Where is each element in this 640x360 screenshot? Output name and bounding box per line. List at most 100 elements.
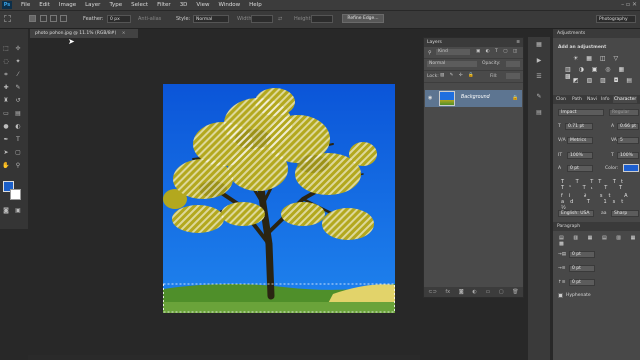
new-layer-icon[interactable]: ▢ (499, 289, 504, 295)
paragraph-tab[interactable]: Paragraph (557, 224, 580, 229)
space-before-input[interactable]: 0 pt (569, 279, 595, 286)
link-layers-icon[interactable]: ⊂⊃ (428, 289, 436, 295)
language-select[interactable]: English: USA (558, 210, 594, 217)
type-style-buttons[interactable]: T T TT Tt T¹ T₁ T T (561, 179, 640, 191)
kerning-select[interactable]: Metrics (567, 137, 593, 144)
eyedropper-icon[interactable]: ⁄ (14, 71, 22, 79)
visibility-eye-icon[interactable]: ◉ (428, 95, 432, 101)
workspace-select[interactable]: Photography (596, 15, 636, 23)
tab-character[interactable]: Character (613, 96, 638, 103)
tab-navigator[interactable]: Navi (587, 97, 597, 102)
adjustment-icons-row-3[interactable]: ◩ ▧ ▨ ◘ ▤ (573, 77, 635, 84)
background-color-swatch[interactable] (10, 189, 21, 200)
menu-image[interactable]: Image (59, 2, 76, 8)
zoom-icon[interactable]: ⚲ (14, 162, 22, 170)
paragraph-align-buttons[interactable]: ▤ ▥ ▦ ▤ ▥ ▦ ▩ (559, 235, 640, 247)
eraser-icon[interactable]: ▭ (2, 110, 10, 118)
clone-stamp-icon[interactable]: ♜ (2, 97, 10, 105)
shape-icon[interactable]: ▢ (14, 149, 22, 157)
filter-type-icons[interactable]: ▣ ◐ T ▢ ◫ (476, 49, 519, 54)
panel-menu-icon[interactable]: ≡ (516, 38, 520, 47)
screen-mode-icon[interactable]: ▣ (14, 207, 22, 215)
window-controls[interactable]: – ▫ ✕ (621, 1, 637, 8)
font-family-select[interactable]: Impact (558, 109, 604, 116)
actions-icon[interactable]: ▶ (535, 57, 543, 65)
width-input[interactable] (251, 15, 273, 23)
tracking-input[interactable]: 5 (617, 137, 639, 144)
layer-row-background[interactable]: ◉ Background 🔒 (425, 90, 522, 107)
kind-filter-select[interactable]: Kind (436, 49, 470, 55)
quick-mask-icon[interactable]: ◙ (2, 207, 10, 215)
add-mask-icon[interactable]: ◙ (459, 289, 464, 295)
antialias-checkbox[interactable]: Anti-alias (138, 16, 161, 22)
layers-tab[interactable]: Layers (427, 40, 442, 45)
layer-name[interactable]: Background (461, 95, 490, 100)
move-icon[interactable]: ✢ (14, 45, 22, 53)
menu-view[interactable]: View (196, 2, 209, 8)
document-tab[interactable]: photo pohon.jpg @ 11.1% (RGB/8#) × (30, 29, 138, 38)
refine-edge-button[interactable]: Refine Edge... (342, 14, 384, 23)
tab-paths[interactable]: Path (572, 97, 582, 102)
add-selection-icon[interactable] (40, 15, 47, 22)
menu-window[interactable]: Window (218, 2, 240, 8)
leading-input[interactable]: 0.66 pt (617, 123, 639, 130)
menu-3d[interactable]: 3D (180, 2, 188, 8)
adjustment-layer-icon[interactable]: ◐ (472, 289, 476, 295)
adjustments-tab[interactable]: Adjustments (557, 31, 585, 36)
marquee-tool-icon[interactable] (4, 15, 11, 22)
feather-input[interactable]: 0 px (107, 15, 131, 23)
text-color-swatch[interactable] (623, 164, 639, 172)
history-icon[interactable]: ▦ (535, 41, 543, 49)
tab-info[interactable]: Info (601, 97, 610, 102)
swatches-icon[interactable]: ▤ (535, 109, 543, 117)
path-selection-icon[interactable]: ➤ (2, 149, 10, 157)
new-selection-icon[interactable] (29, 15, 36, 22)
image-canvas[interactable] (163, 84, 395, 313)
brush-icon[interactable]: ✎ (14, 84, 22, 92)
opacity-input[interactable] (506, 61, 520, 67)
lasso-icon[interactable]: ◌ (2, 58, 10, 66)
height-input[interactable] (311, 15, 333, 23)
font-style-select[interactable]: Regular (609, 109, 639, 116)
menu-filter[interactable]: Filter (157, 2, 171, 8)
hyphenate-checkbox[interactable] (558, 293, 563, 298)
fill-input[interactable] (506, 73, 520, 79)
marquee-icon[interactable]: ⬚ (2, 45, 10, 53)
properties-icon[interactable]: ☰ (535, 73, 543, 81)
horizontal-scale-input[interactable]: 100% (617, 152, 639, 159)
tab-clone[interactable]: Clon (556, 97, 566, 102)
pen-icon[interactable]: ✒ (2, 136, 10, 144)
gradient-icon[interactable]: ▤ (14, 110, 22, 118)
swap-icon[interactable]: ⇄ (278, 16, 282, 22)
crop-icon[interactable]: ⌗ (2, 71, 10, 79)
healing-brush-icon[interactable]: ✚ (2, 84, 10, 92)
history-brush-icon[interactable]: ↺ (14, 97, 22, 105)
blend-mode-select[interactable]: Normal (427, 61, 477, 67)
new-group-icon[interactable]: ▭ (485, 289, 490, 295)
menu-help[interactable]: Help (249, 2, 262, 8)
indent-left-input[interactable]: 0 pt (569, 251, 595, 258)
hand-icon[interactable]: ✋ (2, 162, 10, 170)
intersect-selection-icon[interactable] (60, 15, 67, 22)
opentype-buttons[interactable]: fi ∂ st A ad T 1st ½ (561, 193, 640, 211)
layer-style-icon[interactable]: fx (445, 289, 450, 295)
adjustment-icons-row-1[interactable]: ☀ ▦ ◫ ▽ (573, 55, 621, 62)
brush-presets-icon[interactable]: ✎ (535, 93, 543, 101)
indent-first-input[interactable]: 0 pt (569, 265, 595, 272)
menu-select[interactable]: Select (131, 2, 148, 8)
menu-edit[interactable]: Edit (39, 2, 50, 8)
blur-icon[interactable]: ● (2, 123, 10, 131)
type-icon[interactable]: T (14, 136, 22, 144)
menu-layer[interactable]: Layer (85, 2, 100, 8)
style-select[interactable]: Normal (193, 15, 229, 23)
subtract-selection-icon[interactable] (50, 15, 57, 22)
menu-type[interactable]: Type (109, 2, 122, 8)
vertical-scale-input[interactable]: 100% (567, 152, 593, 159)
lock-icons[interactable]: ▧ ✎ ✢ 🔒 (440, 73, 476, 78)
magic-wand-icon[interactable]: ✦ (14, 58, 22, 66)
baseline-input[interactable]: 0 pt (567, 165, 593, 172)
font-size-input[interactable]: 0.71 pt (565, 123, 593, 130)
close-tab-icon[interactable]: × (122, 31, 126, 36)
dodge-icon[interactable]: ◐ (14, 123, 22, 131)
delete-layer-icon[interactable]: 🗑 (512, 289, 518, 295)
